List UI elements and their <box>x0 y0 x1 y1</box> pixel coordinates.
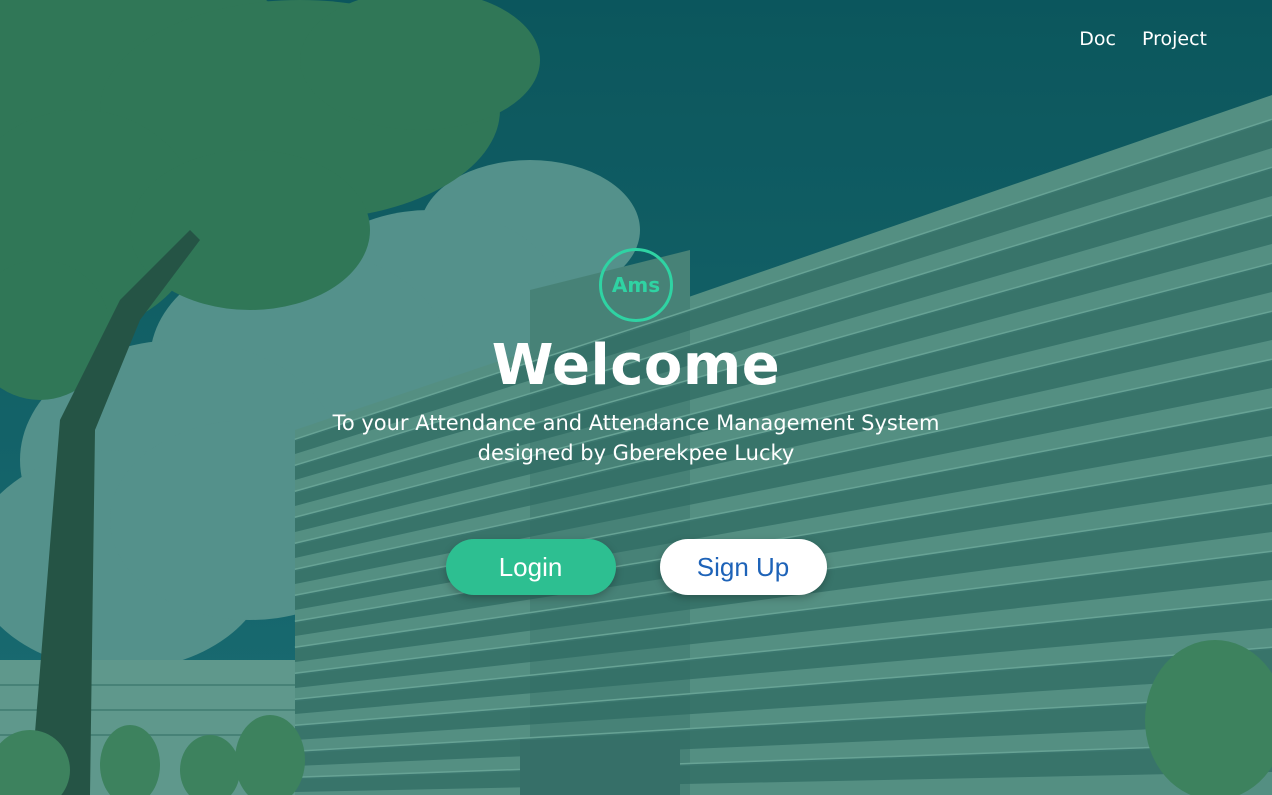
hero: Ams Welcome To your Attendance and Atten… <box>0 248 1272 468</box>
page-title: Welcome <box>491 333 781 398</box>
action-buttons: Login Sign Up <box>0 539 1272 595</box>
subtitle-line-2: designed by Gberekpee Lucky <box>477 441 795 465</box>
signup-button[interactable]: Sign Up <box>659 539 827 595</box>
app-logo: Ams <box>599 248 673 322</box>
nav-link-project[interactable]: Project <box>1142 28 1207 50</box>
logo-text: Ams <box>611 273 661 297</box>
top-nav: Doc Project <box>1079 28 1207 50</box>
nav-link-doc[interactable]: Doc <box>1079 28 1116 50</box>
landing-page: Doc Project Ams Welcome To your Attendan… <box>0 0 1272 795</box>
login-button[interactable]: Login <box>445 539 616 595</box>
subtitle-line-1: To your Attendance and Attendance Manage… <box>332 411 940 435</box>
subtitle: To your Attendance and Attendance Manage… <box>0 408 1272 468</box>
